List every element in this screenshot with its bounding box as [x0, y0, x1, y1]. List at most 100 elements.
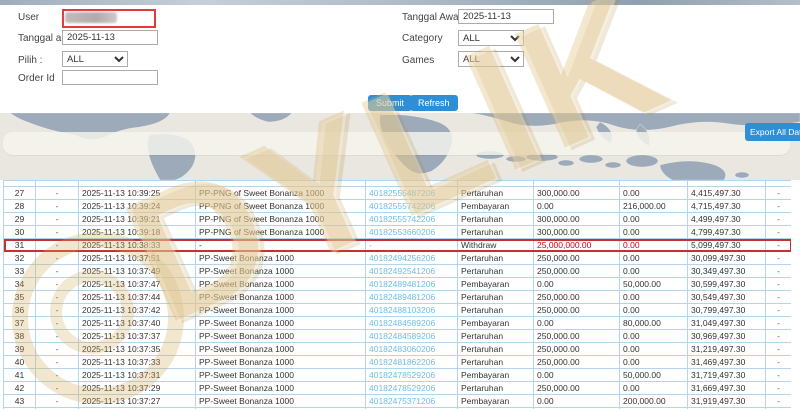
cell-order-id-link[interactable]: 40182484589206	[366, 317, 458, 330]
cell-win-amount: 0.00	[620, 252, 688, 265]
cell-transaction-type: Pertaruhan	[458, 213, 534, 226]
cell-balance: 30,349,497.30	[688, 265, 766, 278]
cell-tail: -	[766, 330, 792, 343]
cell-col2: -	[36, 213, 79, 226]
cell-tail: -	[766, 382, 792, 395]
cell-tail: -	[766, 226, 792, 239]
cell-col2: -	[36, 187, 79, 200]
cell-order-id-link[interactable]: 40182478529206	[366, 369, 458, 382]
cell-balance: 30,969,497.30	[688, 330, 766, 343]
cell-datetime: 2025-11-13 10:37:47	[79, 278, 196, 291]
cell-datetime: 2025-11-13 10:37:40	[79, 317, 196, 330]
user-label: User	[18, 12, 39, 23]
cell-order-id-link[interactable]: 40182478529206	[366, 382, 458, 395]
cell-col2: -	[36, 304, 79, 317]
cell-tail: -	[766, 265, 792, 278]
cell-order-id-link[interactable]: 40182555742206	[366, 200, 458, 213]
cell-balance: 31,719,497.30	[688, 369, 766, 382]
cell-order-id-link[interactable]: 40182483060206	[366, 343, 458, 356]
cell-win-amount: 0.00	[620, 213, 688, 226]
cell-tail: -	[766, 187, 792, 200]
cell-bet-amount: 0.00	[534, 395, 620, 408]
cell-game-name: PP-PNG of Sweet Bonanza 1000	[196, 226, 366, 239]
games-label: Games	[402, 55, 434, 66]
cell-row-number: 36	[4, 304, 36, 317]
cell-datetime: 2025-11-13 10:39:18	[79, 226, 196, 239]
cell-row-number: 30	[4, 226, 36, 239]
cell-win-amount: 216,000.00	[620, 200, 688, 213]
cell-order-id-link[interactable]: 40182481862206	[366, 356, 458, 369]
tanggal-awal-input[interactable]	[458, 9, 554, 24]
order-id-input[interactable]	[62, 70, 158, 85]
cell-win-amount: 0.00	[620, 291, 688, 304]
cell-order-id-link[interactable]: -	[366, 239, 458, 252]
cell-order-id-link[interactable]: 40182494256206	[366, 252, 458, 265]
cell-row-number: 43	[4, 395, 36, 408]
table-row: 29 - 2025-11-13 10:39:21 PP-PNG of Sweet…	[4, 213, 792, 226]
pilih-select[interactable]: ALL	[62, 51, 128, 67]
cell-row-number: 39	[4, 343, 36, 356]
cell-win-amount: 0.00	[620, 343, 688, 356]
cell-balance: 5,099,497.30	[688, 239, 766, 252]
cell-order-id-link[interactable]: 40182555487206	[366, 187, 458, 200]
category-select[interactable]: ALL	[458, 30, 524, 46]
cell-game-name: PP-PNG of Sweet Bonanza 1000	[196, 213, 366, 226]
cell-bet-amount: 300,000.00	[534, 226, 620, 239]
cell-datetime: 2025-11-13 10:39:25	[79, 187, 196, 200]
cell-win-amount: 80,000.00	[620, 317, 688, 330]
tanggal-awal-label: Tanggal Awal	[402, 12, 461, 23]
cell-tail: -	[766, 395, 792, 408]
cell-col2: -	[36, 343, 79, 356]
cell-tail: -	[766, 369, 792, 382]
cell-game-name: PP-Sweet Bonanza 1000	[196, 278, 366, 291]
cell-datetime: 2025-11-13 10:37:31	[79, 369, 196, 382]
refresh-button[interactable]: Refresh	[410, 95, 458, 111]
cell-datetime: 2025-11-13 10:37:42	[79, 304, 196, 317]
transactions-table-wrap: 27 - 2025-11-13 10:39:25 PP-PNG of Sweet…	[3, 180, 791, 409]
cell-row-number: 42	[4, 382, 36, 395]
cell-row-number: 29	[4, 213, 36, 226]
cell-order-id-link[interactable]: 40182492541206	[366, 265, 458, 278]
cell-balance: 31,049,497.30	[688, 317, 766, 330]
submit-button[interactable]: Submit	[368, 95, 412, 111]
cell-bet-amount: 250,000.00	[534, 343, 620, 356]
cell-balance: 4,499,497.30	[688, 213, 766, 226]
cell-order-id-link[interactable]: 40182489481206	[366, 278, 458, 291]
cell-order-id-link[interactable]: 40182553660206	[366, 226, 458, 239]
table-row: 39 - 2025-11-13 10:37:35 PP-Sweet Bonanz…	[4, 343, 792, 356]
export-all-data-button[interactable]: Export All Data	[745, 123, 800, 141]
cell-tail: -	[766, 278, 792, 291]
games-select[interactable]: ALL	[458, 51, 524, 67]
redacted-user-value	[65, 12, 117, 23]
table-row: 28 - 2025-11-13 10:39:24 PP-PNG of Sweet…	[4, 200, 792, 213]
cell-order-id-link[interactable]: 40182484589206	[366, 330, 458, 343]
cell-tail: -	[766, 304, 792, 317]
cell-datetime: 2025-11-13 10:38:33	[79, 239, 196, 252]
cell-bet-amount: 250,000.00	[534, 330, 620, 343]
cell-order-id-link[interactable]: 40182475371206	[366, 395, 458, 408]
cell-order-id-link[interactable]: 40182489481206	[366, 291, 458, 304]
cell-balance: 30,549,497.30	[688, 291, 766, 304]
cell-tail: -	[766, 200, 792, 213]
cell-game-name: PP-Sweet Bonanza 1000	[196, 356, 366, 369]
cell-col2: -	[36, 369, 79, 382]
cell-transaction-type: Pertaruhan	[458, 330, 534, 343]
cell-bet-amount: 250,000.00	[534, 382, 620, 395]
cell-win-amount: 0.00	[620, 265, 688, 278]
cell-game-name: PP-PNG of Sweet Bonanza 1000	[196, 200, 366, 213]
cell-row-number: 35	[4, 291, 36, 304]
cell-transaction-type: Pertaruhan	[458, 252, 534, 265]
cell-order-id-link[interactable]: 40182488103206	[366, 304, 458, 317]
category-label: Category	[402, 33, 443, 44]
cell-win-amount: 50,000.00	[620, 369, 688, 382]
cell-bet-amount: 0.00	[534, 200, 620, 213]
tanggal-akhir-input[interactable]	[62, 30, 158, 45]
cell-game-name: PP-PNG of Sweet Bonanza 1000	[196, 187, 366, 200]
cell-datetime: 2025-11-13 10:37:49	[79, 265, 196, 278]
cell-order-id-link[interactable]: 40182555742206	[366, 213, 458, 226]
cell-datetime: 2025-11-13 10:37:44	[79, 291, 196, 304]
table-row: 41 - 2025-11-13 10:37:31 PP-Sweet Bonanz…	[4, 369, 792, 382]
user-input[interactable]	[62, 9, 156, 28]
cell-transaction-type: Pembayaran	[458, 317, 534, 330]
cell-datetime: 2025-11-13 10:37:27	[79, 395, 196, 408]
